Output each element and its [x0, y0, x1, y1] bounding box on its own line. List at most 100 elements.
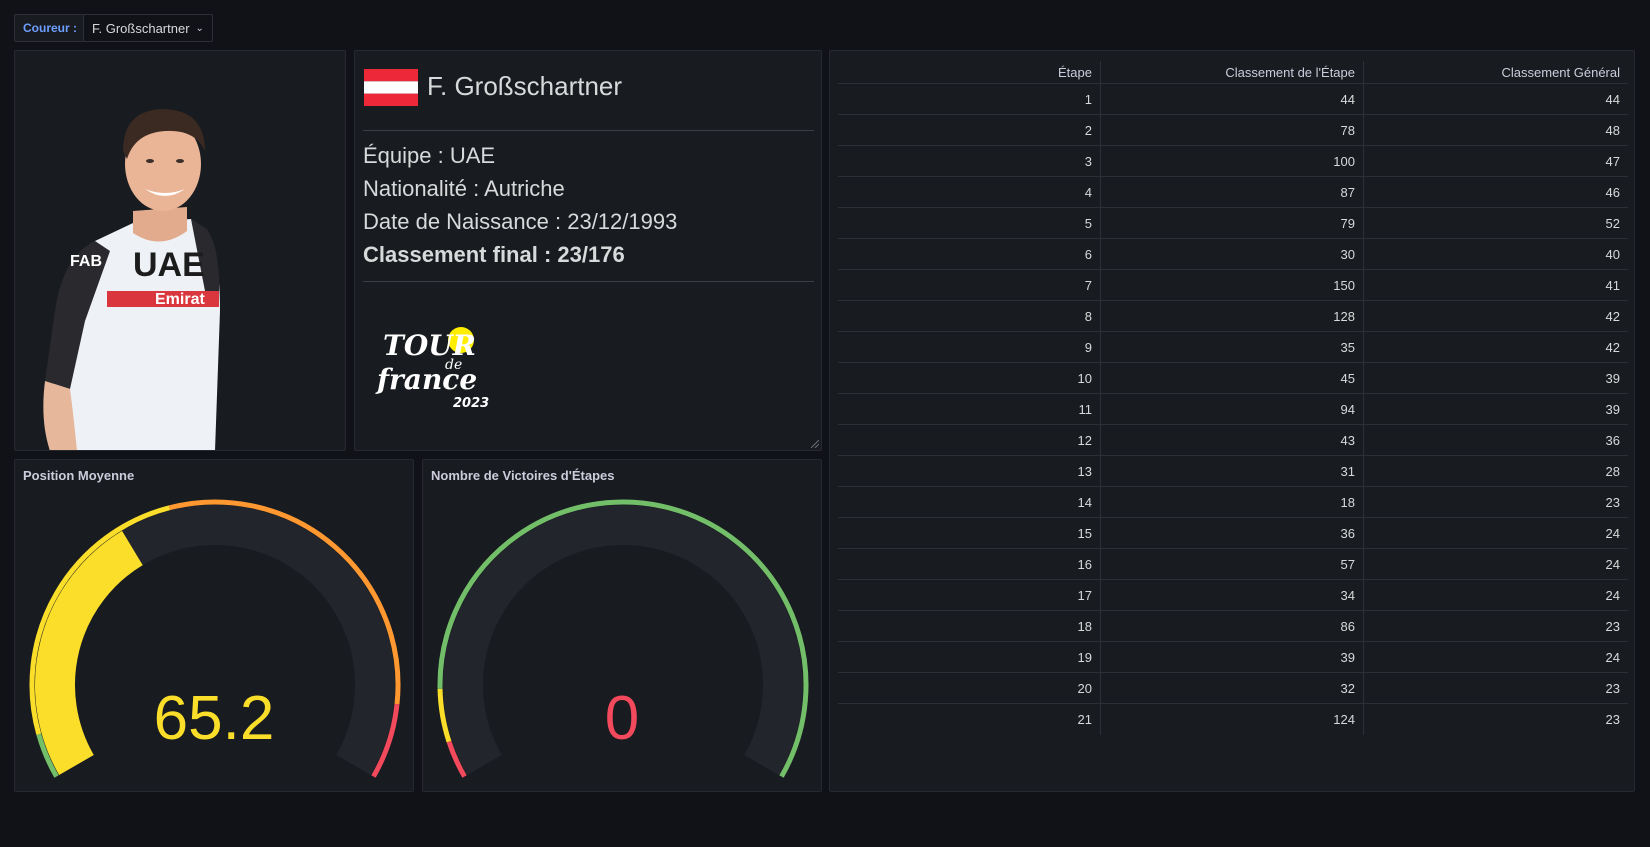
table-row: 2 78 48: [838, 114, 1628, 146]
cell-stage-rank: 45: [1100, 362, 1364, 394]
table-row: 8 128 42: [838, 300, 1628, 332]
cell-general-rank: 39: [1363, 362, 1628, 394]
cell-stage: 20: [838, 672, 1101, 704]
cell-general-rank: 48: [1363, 114, 1628, 146]
svg-text:FAB: FAB: [70, 253, 102, 270]
cell-stage-rank: 100: [1100, 145, 1364, 177]
cell-stage: 13: [838, 455, 1101, 487]
logo-text-france: france: [375, 363, 477, 396]
rider-select[interactable]: F. Großschartner ⌄: [83, 14, 213, 42]
cell-stage: 9: [838, 331, 1101, 363]
cell-general-rank: 40: [1363, 238, 1628, 270]
cell-general-rank: 24: [1363, 517, 1628, 549]
divider: [363, 281, 814, 282]
cell-stage: 6: [838, 238, 1101, 270]
column-header-general-rank[interactable]: Classement Général: [1363, 61, 1628, 84]
table-row: 21 124 23: [838, 703, 1628, 735]
cell-stage-rank: 44: [1100, 83, 1364, 115]
cell-stage-rank: 30: [1100, 238, 1364, 270]
austria-flag-icon: [364, 69, 418, 106]
cell-stage: 5: [838, 207, 1101, 239]
tour-de-france-logo: TOUR de france 2023: [375, 327, 489, 411]
cell-stage-rank: 18: [1100, 486, 1364, 518]
table-row: 20 32 23: [838, 672, 1628, 704]
table-row: 3 100 47: [838, 145, 1628, 177]
cell-stage-rank: 150: [1100, 269, 1364, 301]
cell-stage: 17: [838, 579, 1101, 611]
table-row: 4 87 46: [838, 176, 1628, 208]
resize-handle-icon[interactable]: [811, 440, 819, 448]
cell-stage-rank: 31: [1100, 455, 1364, 487]
cell-stage-rank: 39: [1100, 641, 1364, 673]
rider-select-value: F. Großschartner: [92, 20, 190, 36]
cell-general-rank: 24: [1363, 579, 1628, 611]
table-row: 9 35 42: [838, 331, 1628, 363]
cell-general-rank: 47: [1363, 145, 1628, 177]
cell-general-rank: 24: [1363, 641, 1628, 673]
cell-stage: 16: [838, 548, 1101, 580]
cell-general-rank: 36: [1363, 424, 1628, 456]
cell-stage-rank: 124: [1100, 703, 1364, 735]
column-header-stage[interactable]: Étape: [838, 61, 1101, 84]
table-row: 13 31 28: [838, 455, 1628, 487]
table-row: 6 30 40: [838, 238, 1628, 270]
cell-general-rank: 42: [1363, 300, 1628, 332]
cell-general-rank: 23: [1363, 610, 1628, 642]
table-row: 12 43 36: [838, 424, 1628, 456]
cell-stage: 1: [838, 83, 1101, 115]
cell-stage-rank: 128: [1100, 300, 1364, 332]
average-position-panel: Position Moyenne 65.2: [14, 459, 414, 792]
cell-stage-rank: 94: [1100, 393, 1364, 425]
cell-general-rank: 41: [1363, 269, 1628, 301]
cell-stage: 12: [838, 424, 1101, 456]
stage-wins-panel: Nombre de Victoires d'Étapes 0: [422, 459, 822, 792]
chevron-down-icon: ⌄: [195, 22, 204, 34]
cell-stage-rank: 43: [1100, 424, 1364, 456]
table-row: 19 39 24: [838, 641, 1628, 673]
cell-general-rank: 39: [1363, 393, 1628, 425]
table-row: 1 44 44: [838, 83, 1628, 115]
table-row: 7 150 41: [838, 269, 1628, 301]
table-row: 16 57 24: [838, 548, 1628, 580]
cell-stage: 14: [838, 486, 1101, 518]
rider-nationality: Nationalité : Autriche: [363, 176, 565, 201]
table-row: 10 45 39: [838, 362, 1628, 394]
rider-team: Équipe : UAE: [363, 143, 496, 168]
cell-general-rank: 44: [1363, 83, 1628, 115]
cell-general-rank: 42: [1363, 331, 1628, 363]
cell-stage-rank: 78: [1100, 114, 1364, 146]
cell-stage: 4: [838, 176, 1101, 208]
table-row: 14 18 23: [838, 486, 1628, 518]
cell-stage: 2: [838, 114, 1101, 146]
rider-name: F. Großschartner: [427, 71, 623, 101]
cell-general-rank: 23: [1605, 711, 1620, 727]
cell-stage: 7: [838, 269, 1101, 301]
table-header-row: Étape Classement de l'Étape Classement G…: [838, 61, 1628, 84]
stage-results-panel: Étape Classement de l'Étape Classement G…: [829, 50, 1635, 792]
cell-general-rank: 52: [1363, 207, 1628, 239]
table-row: 15 36 24: [838, 517, 1628, 549]
cell-stage-rank: 57: [1100, 548, 1364, 580]
cell-stage-rank: 34: [1100, 579, 1364, 611]
cell-stage: 8: [838, 300, 1101, 332]
column-header-stage-rank[interactable]: Classement de l'Étape: [1100, 61, 1364, 84]
cell-stage-rank: 35: [1100, 331, 1364, 363]
cell-stage-rank: 32: [1100, 672, 1364, 704]
stage-results-table: Étape Classement de l'Étape Classement G…: [838, 61, 1628, 735]
svg-text:Emirat: Emirat: [155, 291, 205, 308]
cell-stage: 10: [838, 362, 1101, 394]
rider-birthdate: Date de Naissance : 23/12/1993: [363, 209, 678, 234]
cell-general-rank: 46: [1363, 176, 1628, 208]
svg-text:UAE: UAE: [133, 246, 205, 284]
cell-stage-rank: 87: [1100, 176, 1364, 208]
cell-stage: 3: [838, 145, 1101, 177]
cell-stage-rank: 86: [1100, 610, 1364, 642]
cell-stage-rank: 36: [1100, 517, 1364, 549]
cell-stage: 15: [838, 517, 1101, 549]
cell-stage: 19: [838, 641, 1101, 673]
cell-general-rank: 23: [1363, 672, 1628, 704]
rider-photo-panel: UAE Emirat FAB: [14, 50, 346, 451]
logo-text-year: 2023: [453, 396, 489, 411]
cell-stage: 21: [838, 703, 1101, 735]
cell-general-rank: 28: [1363, 455, 1628, 487]
